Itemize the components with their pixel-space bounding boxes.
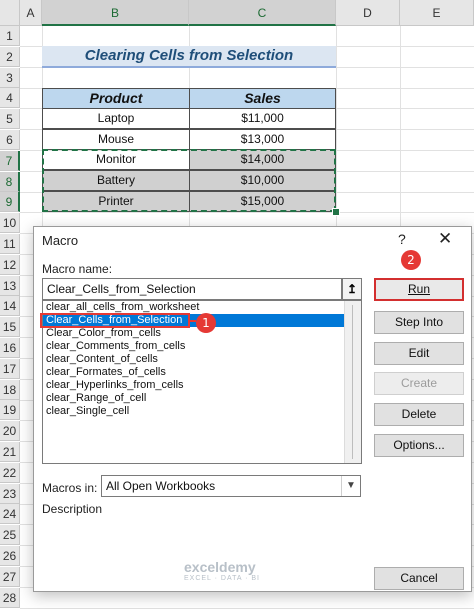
table-header-product[interactable]: Product xyxy=(42,88,190,109)
macros-in-label: Macros in: xyxy=(42,481,98,495)
row-header[interactable]: 10 xyxy=(0,213,20,234)
close-icon[interactable]: ✕ xyxy=(438,229,452,249)
row-header[interactable]: 15 xyxy=(0,317,20,338)
macro-list-item[interactable]: clear_Single_cell xyxy=(43,405,361,418)
row-header[interactable]: 2 xyxy=(0,46,20,67)
upload-arrow-icon[interactable]: ↥ xyxy=(342,278,362,300)
edit-button[interactable]: Edit xyxy=(374,342,464,365)
row-header[interactable]: 22 xyxy=(0,462,20,483)
table-cell-product[interactable]: Mouse xyxy=(42,129,190,150)
dialog-title: Macro xyxy=(42,233,79,248)
row-header[interactable]: 8 xyxy=(0,171,20,192)
column-header-e[interactable]: E xyxy=(400,0,474,26)
table-cell-product[interactable]: Printer xyxy=(42,191,190,212)
table-cell-sales[interactable]: $10,000 xyxy=(189,170,336,191)
create-button[interactable]: Create xyxy=(374,372,464,395)
row-header[interactable]: 14 xyxy=(0,296,20,317)
cancel-button[interactable]: Cancel xyxy=(374,567,464,590)
select-all-corner[interactable] xyxy=(0,0,20,26)
step-into-button[interactable]: Step Into xyxy=(374,311,464,334)
description-label: Description xyxy=(42,502,103,516)
row-header[interactable]: 18 xyxy=(0,379,20,400)
column-header-a[interactable]: A xyxy=(20,0,42,26)
table-cell-sales[interactable]: $11,000 xyxy=(189,108,336,129)
row-header[interactable]: 11 xyxy=(0,234,20,254)
watermark-subtext: EXCEL · DATA · BI xyxy=(184,575,260,582)
macro-list-item[interactable]: clear_all_cells_from_worksheet xyxy=(43,301,361,314)
help-icon[interactable]: ? xyxy=(398,231,406,247)
row-header[interactable]: 21 xyxy=(0,442,20,462)
row-header[interactable]: 6 xyxy=(0,130,20,150)
row-header[interactable]: 16 xyxy=(0,338,20,358)
macro-dialog: Macro ? ✕ Macro name: Clear_Cells_from_S… xyxy=(33,226,472,592)
fill-handle[interactable] xyxy=(332,208,340,216)
macro-list-item[interactable]: clear_Comments_from_cells xyxy=(43,340,361,353)
step-marker-2: 2 xyxy=(401,250,421,270)
table-cell-sales[interactable]: $13,000 xyxy=(189,129,336,150)
macro-name-input[interactable]: Clear_Cells_from_Selection xyxy=(42,278,342,300)
exceldemy-watermark-logo: exceldemy EXCEL · DATA · BI xyxy=(184,559,260,582)
row-header[interactable]: 23 xyxy=(0,483,20,504)
row-header[interactable]: 9 xyxy=(0,192,20,213)
row-header[interactable]: 5 xyxy=(0,109,20,130)
row-header[interactable]: 1 xyxy=(0,26,20,46)
table-cell-product[interactable]: Battery xyxy=(42,170,190,191)
options-button[interactable]: Options... xyxy=(374,434,464,457)
table-cell-sales[interactable]: $14,000 xyxy=(189,149,336,170)
column-header-c[interactable]: C xyxy=(189,0,336,26)
macro-list-item[interactable]: clear_Content_of_cells xyxy=(43,353,361,366)
macro-list-item[interactable]: clear_Range_of_cell xyxy=(43,392,361,405)
macros-in-select[interactable]: All Open Workbooks ▼ xyxy=(101,475,361,497)
table-cell-sales[interactable]: $15,000 xyxy=(189,191,336,212)
row-header[interactable]: 26 xyxy=(0,546,20,566)
row-header[interactable]: 20 xyxy=(0,421,20,442)
run-button-label: Run xyxy=(407,282,430,296)
column-header-d[interactable]: D xyxy=(336,0,400,26)
row-header[interactable]: 7 xyxy=(0,150,20,171)
column-header-b[interactable]: B xyxy=(42,0,189,26)
row-header[interactable]: 25 xyxy=(0,525,20,546)
row-header[interactable]: 27 xyxy=(0,566,20,587)
row-header[interactable]: 19 xyxy=(0,400,20,421)
macro-name-label: Macro name: xyxy=(42,262,113,276)
watermark-text: exceldemy xyxy=(184,559,256,575)
delete-button[interactable]: Delete xyxy=(374,403,464,426)
row-header[interactable]: 4 xyxy=(0,88,20,109)
list-scrollbar[interactable] xyxy=(344,301,361,463)
row-header[interactable]: 24 xyxy=(0,504,20,525)
gridline-horizontal xyxy=(20,212,474,214)
run-button[interactable]: Run xyxy=(374,278,464,301)
chevron-down-icon[interactable]: ▼ xyxy=(341,476,360,496)
step-marker-1: 1 xyxy=(196,313,216,333)
macro-list-item[interactable]: clear_Hyperlinks_from_cells xyxy=(43,379,361,392)
table-header-sales[interactable]: Sales xyxy=(189,88,336,109)
row-header[interactable]: 12 xyxy=(0,254,20,275)
row-header[interactable]: 28 xyxy=(0,587,20,608)
gridline-horizontal xyxy=(20,607,474,609)
scrollbar-track xyxy=(352,305,353,459)
row-header[interactable]: 3 xyxy=(0,67,20,88)
macros-in-value: All Open Workbooks xyxy=(106,479,216,493)
row-header[interactable]: 17 xyxy=(0,358,20,379)
sheet-title-cell[interactable]: Clearing Cells from Selection xyxy=(42,46,336,68)
table-cell-product[interactable]: Monitor xyxy=(42,149,190,170)
macro-list-item[interactable]: clear_Formates_of_cells xyxy=(43,366,361,379)
table-cell-product[interactable]: Laptop xyxy=(42,108,190,129)
row-header[interactable]: 13 xyxy=(0,275,20,296)
